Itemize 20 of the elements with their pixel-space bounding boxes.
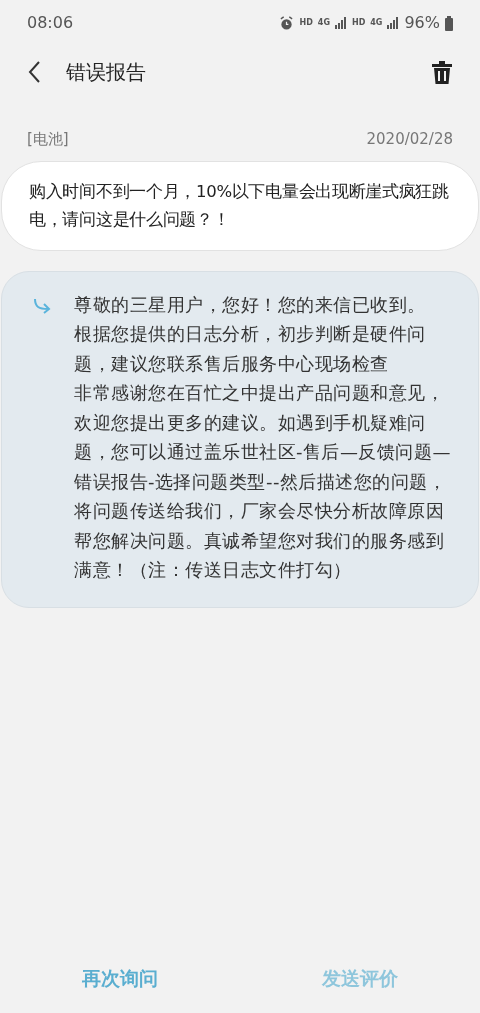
alarm-icon bbox=[279, 15, 295, 31]
battery-percent: 96% bbox=[404, 12, 440, 34]
signal-icon bbox=[334, 17, 347, 29]
status-time: 08:06 bbox=[27, 12, 74, 34]
network-indicator: 4G bbox=[370, 19, 383, 27]
reply-text: 非常感谢您在百忙之中提出产品问题和意见，欢迎您提出更多的建议。如遇到手机疑难问题，您可以通过盖乐世社区-售后—反馈问题—错误报告-选择问题类型--然后描述您的问题，将问题传送给我们，厂家会尽快分析故障原因帮您解决问题。真诚希望您对我们的服务感到满意！（注：传送日志文件打勾） bbox=[74, 381, 452, 582]
reply-text: 根据您提供的日志分析，初步判断是硬件问题，建议您联系售后服务中心现场检查 bbox=[74, 322, 427, 376]
network-indicator: 4G bbox=[317, 19, 330, 27]
battery-icon bbox=[445, 15, 453, 31]
report-date: 2020/02/28 bbox=[366, 129, 453, 150]
page-title: 错误报告 bbox=[66, 59, 146, 86]
delete-button[interactable] bbox=[431, 60, 453, 84]
network-indicator: HD bbox=[299, 19, 313, 27]
reply-arrow-icon bbox=[33, 297, 51, 314]
question-text: 购入时间不到一个月，10%以下电量会出现断崖式疯狂跳电，请问这是什么问题？！ bbox=[29, 180, 450, 231]
reply-text: 尊敬的三星用户，您好！您的来信已收到。 bbox=[74, 292, 427, 317]
report-category: [电池] bbox=[27, 129, 69, 150]
signal-icon bbox=[387, 17, 400, 29]
network-indicator: HD bbox=[351, 19, 366, 27]
action-button[interactable]: 再次询问 bbox=[0, 947, 240, 1009]
